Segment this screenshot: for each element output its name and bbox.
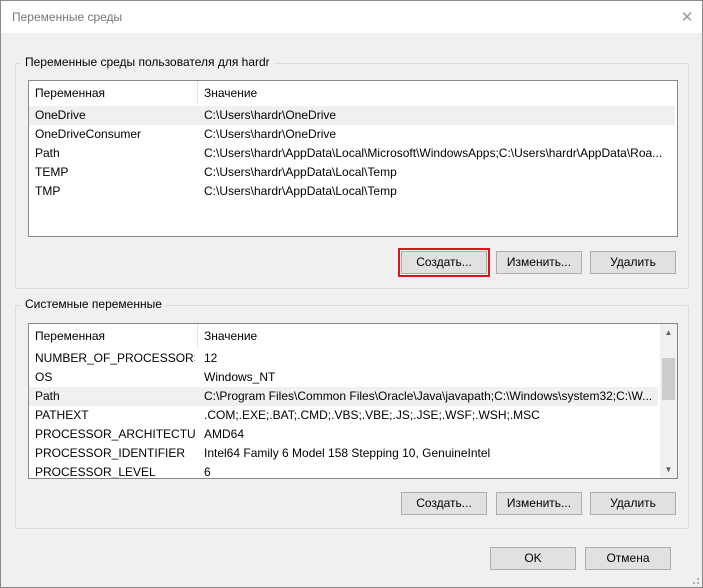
environment-variables-dialog: Переменные среды ✕ Переменные среды поль… — [0, 0, 703, 588]
variable-value: .COM;.EXE;.BAT;.CMD;.VBS;.VBE;.JS;.JSE;.… — [204, 408, 540, 422]
system-variables-list-header: Переменная Значение — [29, 324, 660, 348]
list-item[interactable]: TMP C:\Users\hardr\AppData\Local\Temp — [29, 182, 675, 201]
variable-value: C:\Users\hardr\AppData\Local\Temp — [204, 184, 397, 198]
list-item[interactable]: PATHEXT .COM;.EXE;.BAT;.CMD;.VBS;.VBE;.J… — [29, 406, 658, 425]
user-edit-button[interactable]: Изменить... — [496, 251, 582, 274]
variable-value: Intel64 Family 6 Model 158 Stepping 10, … — [204, 446, 491, 460]
column-header-variable[interactable]: Переменная — [29, 81, 197, 105]
scroll-down-icon[interactable]: ▼ — [660, 461, 677, 478]
variable-value: 12 — [204, 351, 218, 365]
user-variables-group-label: Переменные среды пользователя для hardr — [21, 55, 274, 69]
user-delete-button[interactable]: Удалить — [590, 251, 676, 274]
variable-name: PROCESSOR_ARCHITECTURE — [35, 427, 195, 441]
user-variables-group: Переменные среды пользователя для hardr … — [15, 55, 689, 289]
variable-name: Path — [35, 146, 60, 160]
list-item[interactable]: OS Windows_NT — [29, 368, 658, 387]
system-edit-button[interactable]: Изменить... — [496, 492, 582, 515]
user-variables-list-header: Переменная Значение — [29, 81, 677, 105]
column-header-value[interactable]: Значение — [198, 324, 648, 348]
user-create-button[interactable]: Создать... — [398, 248, 490, 277]
variable-value: Windows_NT — [204, 370, 276, 384]
variable-name: TMP — [35, 184, 61, 198]
variable-name: OneDriveConsumer — [35, 127, 142, 141]
resize-grip-icon[interactable] — [689, 574, 699, 584]
variable-name: TEMP — [35, 165, 69, 179]
system-create-button[interactable]: Создать... — [401, 492, 487, 515]
variable-value: AMD64 — [204, 427, 245, 441]
user-variables-list[interactable]: Переменная Значение OneDrive C:\Users\ha… — [28, 80, 678, 237]
scroll-up-icon[interactable]: ▲ — [660, 324, 677, 341]
variable-name: OS — [35, 370, 53, 384]
variable-name: PROCESSOR_IDENTIFIER — [35, 446, 186, 460]
ok-button[interactable]: OK — [490, 547, 576, 570]
cancel-button[interactable]: Отмена — [585, 547, 671, 570]
variable-name: NUMBER_OF_PROCESSORS — [35, 351, 195, 365]
list-item[interactable]: NUMBER_OF_PROCESSORS 12 — [29, 349, 658, 368]
list-item[interactable]: OneDrive C:\Users\hardr\OneDrive — [29, 106, 675, 125]
variable-value: C:\Program Files\Common Files\Oracle\Jav… — [204, 389, 653, 403]
variable-value: C:\Users\hardr\OneDrive — [204, 127, 337, 141]
list-item[interactable]: PROCESSOR_IDENTIFIER Intel64 Family 6 Mo… — [29, 444, 658, 463]
list-item[interactable]: PROCESSOR_ARCHITECTURE AMD64 — [29, 425, 658, 444]
list-item[interactable]: OneDriveConsumer C:\Users\hardr\OneDrive — [29, 125, 675, 144]
variable-value: C:\Users\hardr\OneDrive — [204, 108, 337, 122]
vertical-scrollbar[interactable]: ▲ ▼ — [660, 324, 677, 478]
variable-name: OneDrive — [35, 108, 86, 122]
variable-value: 6 — [204, 465, 211, 479]
variable-value: C:\Users\hardr\AppData\Local\Microsoft\W… — [204, 146, 663, 160]
list-item[interactable]: Path C:\Users\hardr\AppData\Local\Micros… — [29, 144, 675, 163]
variable-name: Path — [35, 389, 60, 403]
system-variables-group-label: Системные переменные — [21, 297, 166, 311]
system-delete-button[interactable]: Удалить — [590, 492, 676, 515]
variable-name: PROCESSOR_LEVEL — [35, 465, 156, 479]
column-header-value[interactable]: Значение — [198, 81, 668, 105]
system-variables-list[interactable]: Переменная Значение NUMBER_OF_PROCESSORS… — [28, 323, 678, 479]
scroll-thumb[interactable] — [662, 358, 675, 400]
window-title: Переменные среды — [12, 10, 123, 24]
close-icon[interactable]: ✕ — [672, 1, 702, 33]
system-variables-group: Системные переменные Переменная Значение… — [15, 297, 689, 529]
column-header-variable[interactable]: Переменная — [29, 324, 197, 348]
list-item[interactable]: TEMP C:\Users\hardr\AppData\Local\Temp — [29, 163, 675, 182]
list-item[interactable]: Path C:\Program Files\Common Files\Oracl… — [29, 387, 658, 406]
title-bar: Переменные среды ✕ — [1, 1, 702, 33]
variable-name: PATHEXT — [35, 408, 89, 422]
variable-value: C:\Users\hardr\AppData\Local\Temp — [204, 165, 397, 179]
list-item[interactable]: PROCESSOR_LEVEL 6 — [29, 463, 658, 479]
